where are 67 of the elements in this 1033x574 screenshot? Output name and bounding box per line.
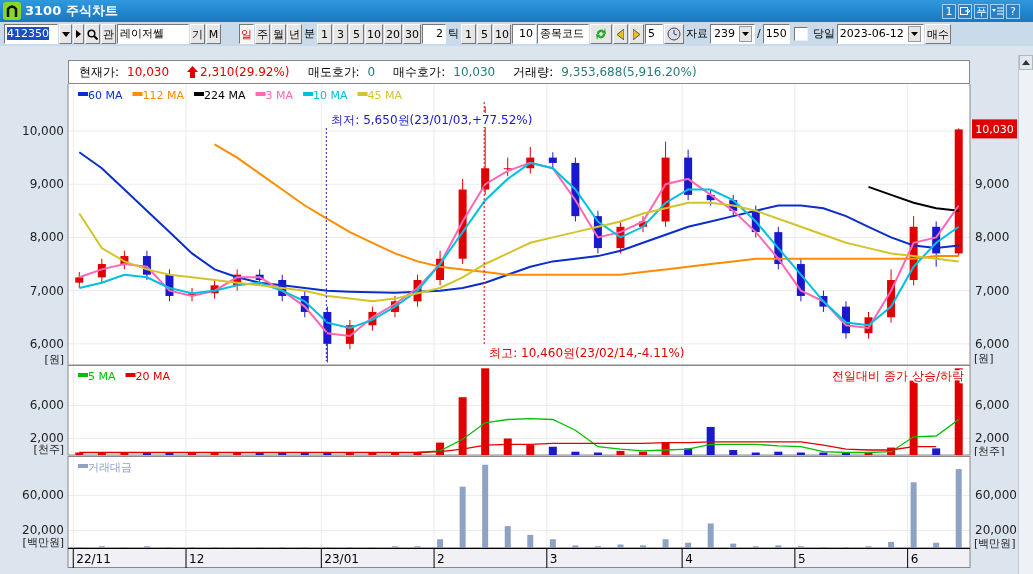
- legend-item: 20 MA: [125, 370, 171, 383]
- axis-label: 2: [437, 552, 445, 566]
- axis-label: 23/01: [324, 552, 359, 566]
- legend-label: 224 MA: [204, 89, 247, 102]
- toolbar-label: 당일: [811, 25, 836, 42]
- axis-label: 60,000: [22, 488, 64, 503]
- axis-label: 5: [797, 552, 806, 566]
- annotation-label: 최고: 10,460원(23/02/14,-4.11%): [489, 346, 685, 360]
- toolbar-label: 틱: [447, 25, 460, 42]
- legend-item: 5 MA: [78, 370, 116, 383]
- axis-label: 20,000: [22, 523, 64, 538]
- legend-label: 거래대금: [88, 461, 132, 474]
- axis-label: 2,000: [29, 431, 64, 446]
- axis-label: 6,000: [29, 336, 64, 351]
- axis-label: 3: [549, 552, 558, 566]
- toolbar-label: 분: [303, 25, 316, 42]
- axis-label: 6: [910, 552, 919, 566]
- axis-label: 60,000: [975, 488, 1017, 503]
- axis-label: 20,000: [975, 523, 1017, 538]
- quote-value: 10,030: [127, 64, 170, 81]
- unit-label: [천주]: [974, 445, 1005, 456]
- legend-label: 60 MA: [88, 89, 123, 102]
- quote-value: 10,030: [453, 64, 496, 81]
- axis-label: 2,000: [975, 431, 1010, 446]
- unit-label: [원]: [974, 352, 994, 365]
- legend-item: 112 MA: [132, 89, 185, 102]
- legend-label: 5 MA: [88, 370, 116, 383]
- axis-label: 9,000: [975, 177, 1010, 192]
- axis-label: 7,000: [975, 283, 1010, 298]
- axis-label: 10,000: [22, 124, 64, 138]
- unit-label: [원]: [44, 353, 64, 365]
- quote-label: 매도호가:: [307, 64, 360, 81]
- annotation-label: 최저: 5,650원(23/01/03,+77.52%): [331, 113, 533, 127]
- change-value: 2,310(29.92%): [200, 64, 290, 81]
- quote-label: 거래량:: [513, 64, 554, 81]
- axis-label: 12: [189, 552, 205, 566]
- toolbar-label: /: [756, 25, 762, 42]
- legend-item: 224 MA: [194, 89, 246, 102]
- legend-label: 45 MA: [367, 89, 403, 102]
- axis-label: 6,000: [975, 398, 1010, 413]
- legend-item: 거래대금: [78, 461, 132, 474]
- axis-label: 6,000: [975, 336, 1010, 351]
- quote-label: 현재가:: [79, 64, 120, 81]
- quote-label: 매수호가:: [393, 64, 446, 81]
- toolbar-label: 자료: [685, 25, 709, 42]
- axis-label: 7,000: [29, 283, 64, 298]
- legend-label: 20 MA: [135, 370, 171, 383]
- axis-label: 6,000: [29, 398, 64, 413]
- window-title: 3100 주식차트: [25, 2, 118, 21]
- legend-item: 10 MA: [303, 89, 348, 102]
- unit-label: [백만원]: [974, 537, 1016, 550]
- legend-item: 60 MA: [78, 89, 123, 102]
- unit-label: [백만원]: [22, 536, 64, 549]
- axis-label: 22/11: [76, 552, 111, 566]
- axis-label: 9,000: [29, 177, 64, 192]
- legend-item: 3 MA: [255, 89, 294, 102]
- axis-label: 8,000: [975, 230, 1010, 245]
- axis-label: 4: [685, 552, 693, 566]
- legend-label: 3 MA: [265, 89, 294, 102]
- price-tag: 10,030: [972, 119, 1017, 139]
- legend-item: 45 MA: [357, 89, 403, 102]
- axis-label: 8,000: [29, 230, 64, 245]
- legend-label: 10 MA: [313, 89, 349, 102]
- quote-value: 9,353,688(5,916.20%): [561, 64, 697, 81]
- legend-label: 112 MA: [142, 89, 185, 102]
- unit-label: [천주]: [33, 443, 64, 456]
- quote-value: 0: [367, 64, 376, 81]
